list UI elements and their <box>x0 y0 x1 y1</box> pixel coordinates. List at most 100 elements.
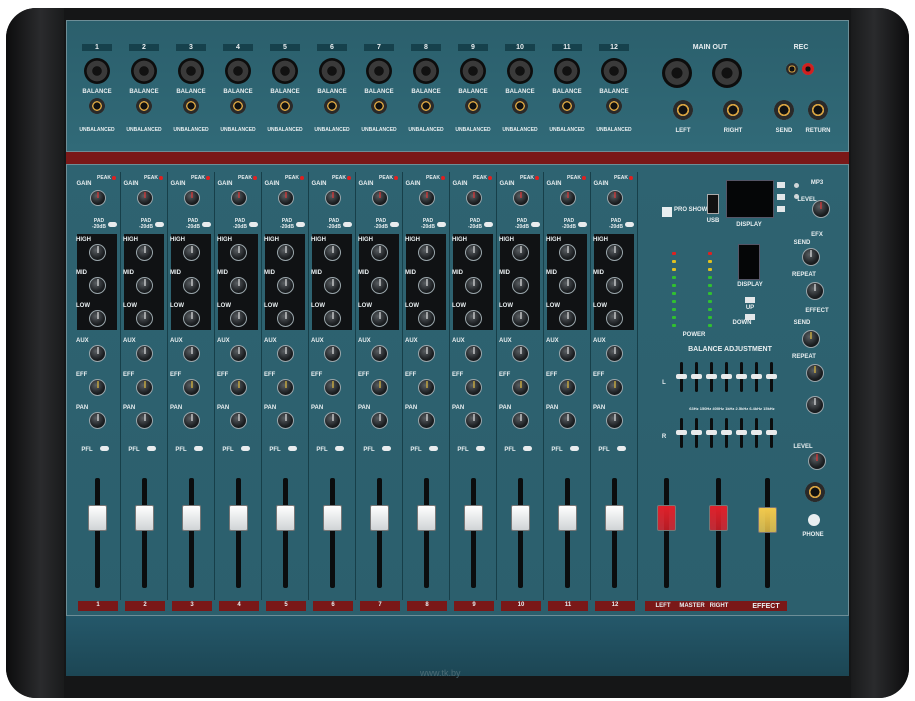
unbalanced-jack[interactable] <box>465 98 481 114</box>
eq-slider[interactable] <box>751 430 762 435</box>
gain-knob[interactable] <box>466 190 482 206</box>
gain-knob[interactable] <box>372 190 388 206</box>
pad-button[interactable] <box>437 222 446 227</box>
eq-slider[interactable] <box>676 374 687 379</box>
pad-button[interactable] <box>108 222 117 227</box>
eff-knob[interactable] <box>512 379 529 396</box>
efx-repeat-knob[interactable] <box>806 282 824 300</box>
pfl-button[interactable] <box>570 446 579 451</box>
send-jack[interactable] <box>774 100 794 120</box>
pfl-button[interactable] <box>617 446 626 451</box>
channel-fader[interactable] <box>182 505 201 532</box>
pan-knob[interactable] <box>183 412 200 429</box>
xlr-input[interactable] <box>131 58 157 84</box>
main-out-right-jack[interactable] <box>723 100 743 120</box>
effect-fader[interactable] <box>758 507 777 533</box>
eq-slider[interactable] <box>766 430 777 435</box>
pan-knob[interactable] <box>89 412 106 429</box>
gain-knob[interactable] <box>137 190 153 206</box>
unbalanced-jack[interactable] <box>136 98 152 114</box>
low-knob[interactable] <box>183 310 200 327</box>
high-knob[interactable] <box>183 244 200 261</box>
mp3-button-2[interactable] <box>777 194 785 200</box>
gain-knob[interactable] <box>607 190 623 206</box>
pad-button[interactable] <box>155 222 164 227</box>
eff-knob[interactable] <box>277 379 294 396</box>
xlr-input[interactable] <box>601 58 627 84</box>
high-knob[interactable] <box>559 244 576 261</box>
mid-knob[interactable] <box>418 277 435 294</box>
eff-knob[interactable] <box>230 379 247 396</box>
low-knob[interactable] <box>512 310 529 327</box>
channel-fader[interactable] <box>370 505 389 532</box>
unbalanced-jack[interactable] <box>230 98 246 114</box>
mid-knob[interactable] <box>136 277 153 294</box>
high-knob[interactable] <box>89 244 106 261</box>
up-button[interactable] <box>745 297 755 303</box>
effect-repeat-knob[interactable] <box>806 364 824 382</box>
high-knob[interactable] <box>465 244 482 261</box>
pfl-button[interactable] <box>241 446 250 451</box>
mid-knob[interactable] <box>324 277 341 294</box>
mid-knob[interactable] <box>512 277 529 294</box>
aux-knob[interactable] <box>559 345 576 362</box>
mp3-level-knob[interactable] <box>812 200 830 218</box>
mid-knob[interactable] <box>371 277 388 294</box>
pfl-button[interactable] <box>476 446 485 451</box>
low-knob[interactable] <box>89 310 106 327</box>
mid-knob[interactable] <box>559 277 576 294</box>
unbalanced-jack[interactable] <box>183 98 199 114</box>
aux-knob[interactable] <box>230 345 247 362</box>
eff-knob[interactable] <box>136 379 153 396</box>
pad-button[interactable] <box>484 222 493 227</box>
xlr-input[interactable] <box>225 58 251 84</box>
aux-knob[interactable] <box>371 345 388 362</box>
high-knob[interactable] <box>277 244 294 261</box>
aux-knob[interactable] <box>606 345 623 362</box>
effect-level-knob[interactable] <box>806 396 824 414</box>
mid-knob[interactable] <box>465 277 482 294</box>
pfl-button[interactable] <box>100 446 109 451</box>
pan-knob[interactable] <box>512 412 529 429</box>
pfl-button[interactable] <box>147 446 156 451</box>
high-knob[interactable] <box>371 244 388 261</box>
usb-port[interactable] <box>707 194 719 214</box>
pan-knob[interactable] <box>230 412 247 429</box>
channel-fader[interactable] <box>605 505 624 532</box>
phone-level-knob[interactable] <box>808 452 826 470</box>
channel-fader[interactable] <box>88 505 107 532</box>
pan-knob[interactable] <box>371 412 388 429</box>
pan-knob[interactable] <box>277 412 294 429</box>
xlr-input[interactable] <box>460 58 486 84</box>
low-knob[interactable] <box>136 310 153 327</box>
gain-knob[interactable] <box>184 190 200 206</box>
eq-slider[interactable] <box>691 374 702 379</box>
eq-slider[interactable] <box>676 430 687 435</box>
unbalanced-jack[interactable] <box>418 98 434 114</box>
gain-knob[interactable] <box>419 190 435 206</box>
high-knob[interactable] <box>418 244 435 261</box>
unbalanced-jack[interactable] <box>559 98 575 114</box>
low-knob[interactable] <box>465 310 482 327</box>
unbalanced-jack[interactable] <box>324 98 340 114</box>
gain-knob[interactable] <box>560 190 576 206</box>
eq-slider[interactable] <box>721 374 732 379</box>
mid-knob[interactable] <box>183 277 200 294</box>
pfl-button[interactable] <box>288 446 297 451</box>
efx-send-knob[interactable] <box>802 248 820 266</box>
mp3-button-3[interactable] <box>777 206 785 212</box>
gain-knob[interactable] <box>513 190 529 206</box>
low-knob[interactable] <box>371 310 388 327</box>
phone-jack[interactable] <box>805 482 825 502</box>
high-knob[interactable] <box>512 244 529 261</box>
low-knob[interactable] <box>277 310 294 327</box>
aux-knob[interactable] <box>136 345 153 362</box>
pad-button[interactable] <box>390 222 399 227</box>
low-knob[interactable] <box>418 310 435 327</box>
high-knob[interactable] <box>136 244 153 261</box>
mid-knob[interactable] <box>89 277 106 294</box>
aux-knob[interactable] <box>89 345 106 362</box>
pan-knob[interactable] <box>559 412 576 429</box>
eff-knob[interactable] <box>183 379 200 396</box>
effect-send-knob[interactable] <box>802 330 820 348</box>
